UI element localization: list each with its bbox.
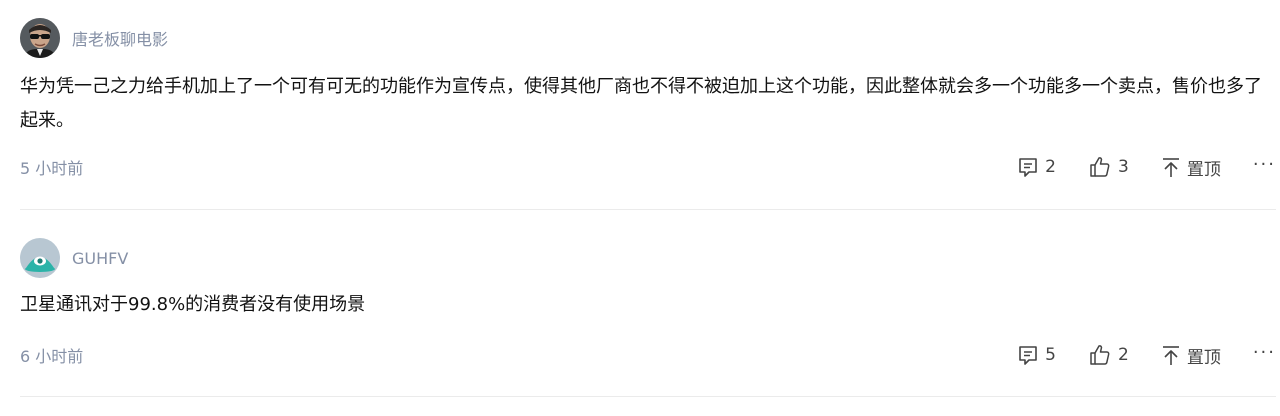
pin-button[interactable]: 置顶 xyxy=(1161,155,1221,180)
comment-content: 卫星通讯对于99.8%的消费者没有使用场景 xyxy=(20,294,366,315)
pin-label: 置顶 xyxy=(1186,159,1221,180)
pin-label: 置顶 xyxy=(1186,347,1221,368)
comment-item: 唐老板聊电影 华为凭一己之力给手机加上了一个可有可无的功能作为宣传点，使得其他厂… xyxy=(20,0,1276,210)
thumbs-up-icon xyxy=(1090,345,1110,365)
thumbs-up-icon xyxy=(1090,157,1110,177)
comment-time: 5 小时前 xyxy=(20,159,84,178)
person-sunglasses-avatar-icon xyxy=(20,18,60,58)
author-name[interactable]: 唐老板聊电影 xyxy=(72,26,168,50)
like-count: 3 xyxy=(1118,157,1129,177)
avatar[interactable] xyxy=(20,18,60,58)
comment-content: 华为凭一己之力给手机加上了一个可有可无的功能作为宣传点，使得其他厂商也不得不被迫… xyxy=(20,76,1262,131)
comment-list: 唐老板聊电影 华为凭一己之力给手机加上了一个可有可无的功能作为宣传点，使得其他厂… xyxy=(0,0,1280,416)
author-name[interactable]: GUHFV xyxy=(72,249,128,268)
pin-button[interactable]: 置顶 xyxy=(1161,343,1221,368)
comment-author-row: GUHFV xyxy=(20,238,128,278)
like-count: 2 xyxy=(1118,345,1129,365)
reply-count: 2 xyxy=(1045,157,1056,177)
more-options-button[interactable]: ··· xyxy=(1253,154,1276,181)
comment-meta-row: 6 小时前 5 2 置顶 ··· xyxy=(20,340,1276,370)
comment-item: GUHFV 卫星通讯对于99.8%的消费者没有使用场景 6 小时前 5 2 置顶… xyxy=(20,210,1276,397)
comment-author-row: 唐老板聊电影 xyxy=(20,18,168,58)
reply-count: 5 xyxy=(1045,345,1056,365)
reply-button[interactable]: 5 xyxy=(1017,344,1056,366)
comment-icon xyxy=(1019,346,1037,365)
like-button[interactable]: 2 xyxy=(1088,343,1129,367)
like-button[interactable]: 3 xyxy=(1088,155,1129,179)
comment-actions: 5 2 置顶 ··· xyxy=(1017,340,1276,370)
reply-button[interactable]: 2 xyxy=(1017,156,1056,178)
comment-time: 6 小时前 xyxy=(20,347,84,366)
comment-meta-row: 5 小时前 2 3 置顶 ··· xyxy=(20,152,1276,182)
comment-actions: 2 3 置顶 ··· xyxy=(1017,152,1276,182)
comment-icon xyxy=(1019,158,1037,177)
pin-top-icon xyxy=(1162,158,1179,177)
teal-eye-avatar-icon xyxy=(20,238,60,278)
more-options-button[interactable]: ··· xyxy=(1253,342,1276,369)
pin-top-icon xyxy=(1162,346,1179,365)
avatar[interactable] xyxy=(20,238,60,278)
